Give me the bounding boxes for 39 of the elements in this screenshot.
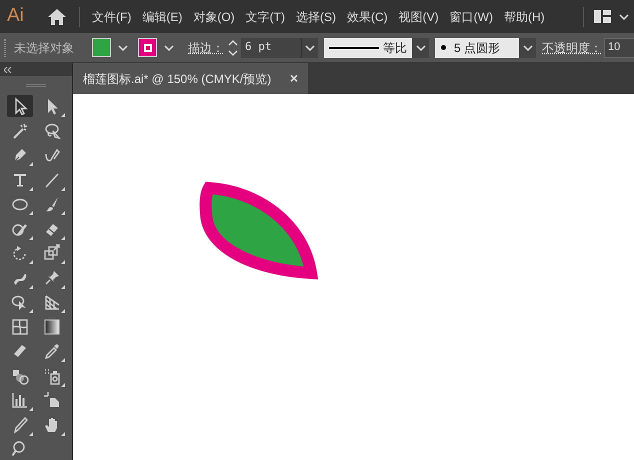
menu-item[interactable]: 帮助(H): [502, 8, 547, 26]
app-logo: Ai: [7, 4, 25, 28]
dropdown-button[interactable]: [412, 38, 429, 58]
menu-item[interactable]: 对象(O): [191, 8, 237, 26]
profile-label: 等比: [383, 40, 407, 56]
menu-item[interactable]: 窗口(W): [448, 8, 495, 26]
opacity-label: 不透明度：: [542, 40, 602, 56]
stroke-profile-dropdown[interactable]: 等比: [324, 38, 412, 58]
chevron-down-icon: [619, 14, 629, 20]
menu-item[interactable]: 编辑(E): [140, 8, 184, 26]
selection-status: 未选择对象: [14, 40, 75, 56]
brush-label: 5 点圆形: [454, 40, 500, 56]
chevron-down-icon: [118, 44, 128, 50]
stroke-swatch[interactable]: [138, 38, 176, 57]
close-tab-button[interactable]: ×: [290, 68, 298, 89]
home-icon[interactable]: [47, 8, 67, 26]
opacity-field[interactable]: 10: [604, 38, 634, 58]
document-tab[interactable]: 榴莲图标.ai* @ 150% (CMYK/预览) ×: [73, 63, 308, 94]
chevron-down-icon: [522, 44, 532, 50]
stroke-weight-field[interactable]: 6 pt: [241, 38, 301, 58]
chevron-down-icon: [305, 44, 315, 50]
menu-item[interactable]: 效果(C): [344, 8, 390, 26]
panel-grip[interactable]: [26, 84, 46, 86]
brush-dropdown[interactable]: 5 点圆形: [435, 38, 519, 58]
menu-item[interactable]: 文字(T): [244, 8, 287, 26]
menu-item[interactable]: 视图(V): [396, 8, 441, 26]
stroke-label: 描边：: [188, 40, 224, 56]
profile-line: [329, 46, 379, 48]
dropdown-button[interactable]: [519, 38, 536, 58]
stroke-spinner-icon[interactable]: [227, 38, 239, 58]
menu-item[interactable]: 选择(S): [294, 8, 338, 26]
chevron-down-icon: [416, 44, 426, 50]
fill-swatch[interactable]: [92, 38, 130, 57]
document-tab-title: 榴莲图标.ai* @ 150% (CMYK/预览): [83, 70, 272, 88]
collapse-icon[interactable]: [4, 66, 12, 72]
workspace-switcher[interactable]: [594, 10, 629, 23]
chevron-down-icon: [164, 44, 174, 50]
dropdown-button[interactable]: [301, 38, 318, 58]
menu-item[interactable]: 文件(F): [90, 8, 134, 26]
